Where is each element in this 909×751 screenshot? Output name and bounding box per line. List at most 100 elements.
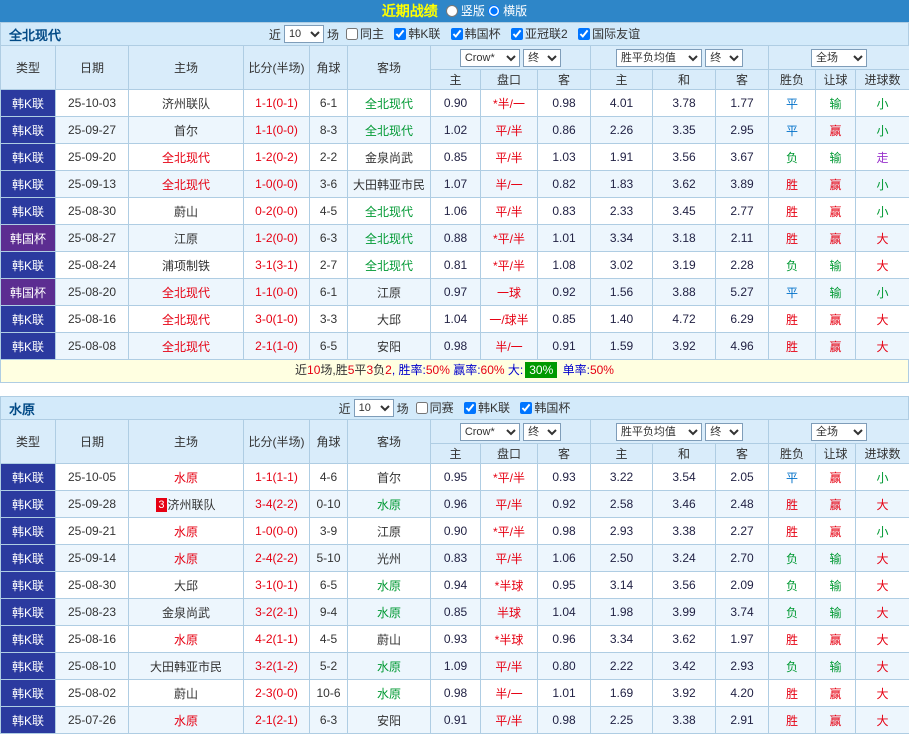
- summary-segment: 60%: [480, 363, 505, 377]
- euro-draw: 3.24: [652, 544, 717, 572]
- result-handicap: 赢: [815, 463, 857, 491]
- europe-final-select[interactable]: 终: [705, 48, 744, 67]
- sub-col-euro-draw: 和: [652, 69, 717, 90]
- match-row: 韩国杯 25-08-20 全北现代 1-1(0-0) 6-1 江原 0.97 一…: [0, 278, 909, 306]
- layout-option[interactable]: 竖版: [445, 2, 485, 19]
- layout-option-label: 横版: [503, 4, 528, 19]
- league-type-cell: 韩K联: [0, 143, 56, 171]
- league-type-cell: 韩K联: [0, 170, 56, 198]
- match-count-select[interactable]: 10: [353, 399, 394, 417]
- euro-home: 2.58: [590, 490, 654, 518]
- corner-score: 0-10: [309, 490, 348, 518]
- match-score: 2-1(1-0): [243, 332, 310, 360]
- handicap: *平/半: [480, 251, 538, 279]
- home-team-name: 济州联队: [161, 96, 210, 111]
- home-team: 水原: [128, 517, 244, 545]
- filter-checkbox-option[interactable]: 韩国杯: [450, 25, 501, 42]
- away-team-name: 大邱: [376, 312, 401, 327]
- corner-score: 5-2: [309, 652, 348, 680]
- summary-segment: , 胜率:: [391, 363, 426, 377]
- filter-checkbox-option[interactable]: 同主: [345, 25, 384, 42]
- col-corner: 角球: [309, 419, 348, 464]
- match-date: 25-08-10: [55, 652, 129, 680]
- odds-away: 0.85: [536, 305, 592, 333]
- result-wdl: 平: [768, 89, 817, 117]
- layout-radio[interactable]: [488, 4, 501, 17]
- result-handicap: 输: [815, 571, 857, 599]
- odds-home: 1.07: [430, 170, 481, 198]
- match-row: 韩K联 25-07-26 水原 2-1(2-1) 6-3 安阳 0.91 平/半…: [0, 706, 909, 734]
- home-team: 金泉尚武: [128, 598, 244, 626]
- euro-draw: 3.62: [652, 170, 717, 198]
- europe-final-select[interactable]: 终: [705, 422, 744, 441]
- filter-checkbox[interactable]: [578, 27, 591, 40]
- result-goals: 小: [855, 116, 909, 144]
- filter-checkbox-label: 同赛: [429, 401, 454, 416]
- home-team-name: 全北现代: [161, 150, 210, 165]
- filter-checkbox-option[interactable]: 韩K联: [394, 25, 440, 42]
- col-corner: 角球: [309, 45, 348, 90]
- odds-away: 0.80: [536, 652, 592, 680]
- section-jeonbuk: 全北现代 近 10 场 同主 韩K联 韩国杯 亚冠联2 国际友谊 类型 日期 主…: [0, 22, 909, 383]
- filter-checkbox-option[interactable]: 韩国杯: [520, 399, 570, 416]
- euro-draw: 3.35: [652, 116, 717, 144]
- euro-away: 2.09: [715, 571, 770, 599]
- handicap: *平/半: [480, 224, 538, 252]
- away-team-name: 全北现代: [364, 231, 413, 246]
- filter-checkbox-option[interactable]: 韩K联: [464, 399, 510, 416]
- odds-final-select[interactable]: 终: [523, 48, 562, 67]
- result-handicap: 输: [815, 278, 857, 306]
- match-score: 3-1(3-1): [243, 251, 310, 279]
- summary-segment: 负: [373, 363, 386, 377]
- euro-away: 2.93: [715, 652, 770, 680]
- euro-away: 3.89: [715, 170, 770, 198]
- europe-odds-select[interactable]: 胜平负均值: [615, 422, 702, 441]
- scope-select[interactable]: 全场: [811, 48, 868, 67]
- filter-checkbox-option[interactable]: 国际友谊: [578, 25, 640, 42]
- odds-final-select[interactable]: 终: [523, 422, 562, 441]
- result-handicap: 赢: [815, 305, 857, 333]
- home-team: 3 济州联队: [128, 490, 244, 518]
- filter-checkbox[interactable]: [520, 401, 533, 414]
- league-type-cell: 韩K联: [0, 517, 56, 545]
- odds-away: 0.96: [536, 625, 592, 653]
- euro-away: 2.91: [715, 706, 770, 734]
- scope-select[interactable]: 全场: [811, 422, 868, 441]
- match-score: 3-2(1-2): [243, 652, 310, 680]
- filter-checkbox[interactable]: [464, 401, 476, 414]
- sub-col-euro-draw: 和: [652, 443, 717, 464]
- euro-home: 2.25: [590, 706, 654, 734]
- handicap: 平/半: [480, 652, 538, 680]
- layout-option[interactable]: 横版: [488, 2, 527, 19]
- euro-away: 2.95: [715, 116, 770, 144]
- filter-checkbox[interactable]: [415, 401, 428, 414]
- away-team: 水原: [347, 571, 431, 599]
- odds-away: 1.04: [536, 598, 592, 626]
- europe-odds-select[interactable]: 胜平负均值: [615, 48, 702, 67]
- filter-checkbox-option[interactable]: 亚冠联2: [511, 25, 568, 42]
- handicap: 平/半: [480, 490, 538, 518]
- league-type-cell: 韩K联: [0, 305, 56, 333]
- filter-checkbox[interactable]: [511, 27, 524, 40]
- odds-company-select[interactable]: Crow*: [459, 48, 520, 67]
- odds-company-select[interactable]: Crow*: [459, 422, 520, 441]
- filter-checkbox[interactable]: [394, 27, 407, 40]
- home-team-name: 济州联队: [167, 497, 216, 512]
- result-wdl: 胜: [768, 517, 817, 545]
- away-team-name: 全北现代: [364, 123, 413, 138]
- home-team-name: 全北现代: [161, 285, 210, 300]
- layout-options: 竖版 横版: [445, 2, 527, 20]
- filter-checkbox[interactable]: [450, 27, 463, 40]
- filter-checkbox-option[interactable]: 同赛: [415, 399, 454, 416]
- euro-home: 1.98: [590, 598, 654, 626]
- summary-segment: 2: [385, 363, 392, 377]
- euro-home: 1.40: [590, 305, 654, 333]
- result-goals: 大: [855, 224, 909, 252]
- scope-select-cell: 全场: [768, 45, 909, 70]
- match-date: 25-09-13: [55, 170, 129, 198]
- summary-segment: 大:: [504, 363, 524, 377]
- match-count-select[interactable]: 10: [283, 25, 324, 43]
- match-date: 25-08-16: [55, 625, 129, 653]
- filter-checkbox[interactable]: [345, 27, 358, 40]
- layout-radio[interactable]: [445, 4, 458, 17]
